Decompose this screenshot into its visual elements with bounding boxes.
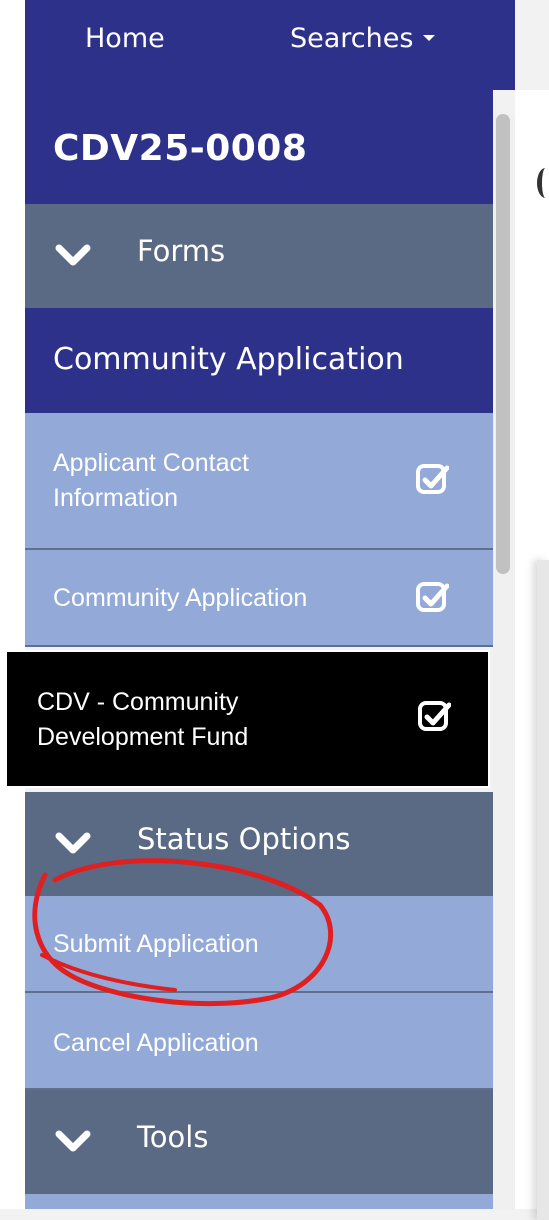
chevron-down-icon <box>55 832 91 854</box>
form-item-community-application[interactable]: Community Application <box>25 550 493 647</box>
form-item-label: Community Application <box>53 584 308 612</box>
status-cancel-application[interactable]: Cancel Application <box>25 993 493 1090</box>
section-status-label: Status Options <box>137 822 351 856</box>
section-forms-label: Forms <box>137 234 226 268</box>
form-item-label-line2: Development Fund <box>37 723 249 751</box>
form-item-label-line1: Applicant Contact <box>53 449 249 477</box>
checkbox-checked-icon <box>418 701 451 731</box>
sidebar-scrollbar[interactable] <box>493 114 515 1209</box>
case-header: CDV25-0008 <box>25 90 493 204</box>
tools-item-partial[interactable] <box>25 1194 493 1209</box>
status-item-label: Cancel Application <box>53 1029 259 1057</box>
content-panel-edge <box>537 560 549 1220</box>
scrollbar-thumb[interactable] <box>496 114 510 574</box>
status-item-label: Submit Application <box>53 930 259 958</box>
caret-down-icon <box>423 34 436 41</box>
nav-searches-dropdown[interactable]: Searches <box>290 23 436 54</box>
sidebar: CDV25-0008 Forms Community Application A… <box>5 90 493 1209</box>
form-item-label-line1: CDV - Community <box>37 688 239 716</box>
form-group-header[interactable]: Community Application <box>25 308 493 413</box>
left-gutter <box>0 0 25 1209</box>
form-item-label-line2: Information <box>53 484 179 512</box>
form-group-title: Community Application <box>53 342 404 377</box>
case-id: CDV25-0008 <box>53 128 308 169</box>
chevron-down-icon <box>55 1130 91 1152</box>
section-tools[interactable]: Tools <box>25 1090 493 1194</box>
main-content-area <box>515 90 549 1220</box>
status-submit-application[interactable]: Submit Application <box>25 896 493 993</box>
form-item-applicant-contact[interactable]: Applicant Contact Information <box>25 413 493 550</box>
clipped-heading-glyph <box>537 168 549 198</box>
section-status-options[interactable]: Status Options <box>25 792 493 896</box>
checkbox-checked-icon <box>416 464 449 494</box>
checkbox-checked-icon <box>416 582 449 612</box>
form-item-cdv-fund[interactable]: CDV - Community Development Fund <box>5 650 490 788</box>
section-forms[interactable]: Forms <box>25 204 493 308</box>
nav-searches-label: Searches <box>290 23 414 54</box>
top-navbar: Home Searches <box>25 0 515 90</box>
chevron-down-icon <box>55 244 91 266</box>
section-tools-label: Tools <box>137 1120 209 1154</box>
nav-home-link[interactable]: Home <box>85 23 165 54</box>
